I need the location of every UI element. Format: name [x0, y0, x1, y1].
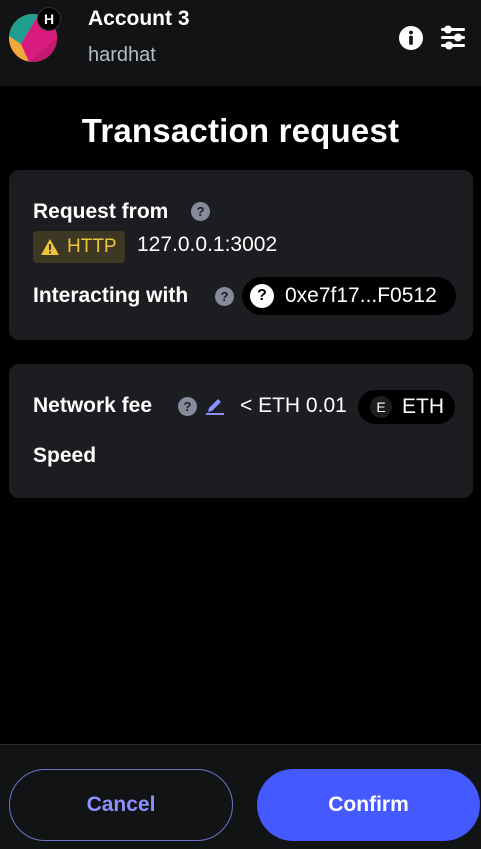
protocol-label: HTTP [67, 236, 117, 257]
token-icon: E [370, 396, 392, 418]
request-from-label: Request from [33, 200, 169, 223]
page-title: Transaction request [81, 112, 400, 149]
edit-pencil-icon[interactable] [205, 395, 225, 415]
protocol-badge: HTTP [33, 231, 125, 263]
footer-bar: Cancel Confirm [0, 744, 481, 849]
network-fee-label: Network fee [33, 394, 153, 417]
fee-card: Network fee ? < ETH 0.01 E ETH Speed [9, 364, 473, 498]
question-icon[interactable]: ? [191, 202, 210, 221]
account-name[interactable]: Account 3 [88, 7, 190, 31]
speed-label: Speed [33, 444, 97, 467]
contract-address: 0xe7f17...F0512 [285, 284, 437, 307]
sliders-icon[interactable] [439, 22, 467, 52]
request-card: Request from ? HTTP 127.0.0.1:3002 Inter… [9, 170, 473, 340]
interacting-with-label: Interacting with [33, 284, 189, 307]
confirm-button[interactable]: Confirm [257, 769, 480, 841]
network-badge: H [37, 7, 61, 31]
token-symbol: ETH [402, 395, 444, 418]
cancel-button[interactable]: Cancel [9, 769, 233, 841]
header-bar: H Account 3 hardhat [0, 0, 481, 86]
network-name: hardhat [88, 44, 156, 66]
question-icon[interactable]: ? [178, 397, 197, 416]
request-origin: 127.0.0.1:3002 [137, 233, 278, 256]
fee-value: < ETH 0.01 [240, 394, 347, 417]
warning-icon [41, 239, 59, 255]
unknown-contract-icon: ? [250, 284, 274, 308]
question-icon[interactable]: ? [215, 287, 234, 306]
contract-address-pill[interactable]: ? 0xe7f17...F0512 [242, 277, 456, 315]
info-icon[interactable] [398, 25, 424, 51]
token-pill[interactable]: E ETH [358, 390, 455, 424]
